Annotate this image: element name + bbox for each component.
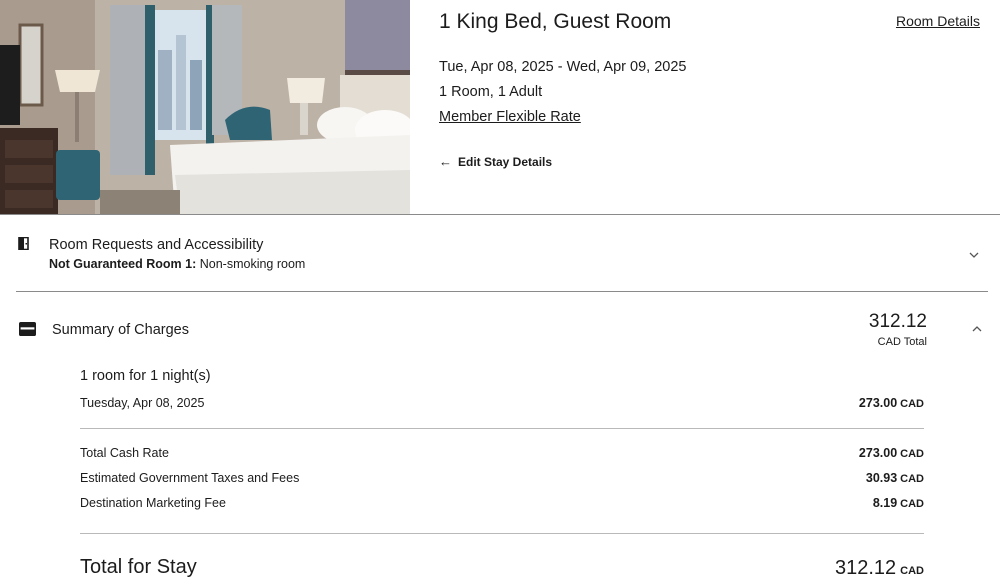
- charge-label: Estimated Government Taxes and Fees: [80, 471, 300, 485]
- room-details-link[interactable]: Room Details: [896, 13, 980, 29]
- total-for-stay-amount: 312.12 CAD: [835, 557, 924, 580]
- charge-currency: CAD: [900, 448, 924, 460]
- summary-total-currency: CAD Total: [877, 336, 927, 348]
- chevron-up-icon[interactable]: [971, 325, 983, 333]
- room-request-note: Not Guaranteed Room 1: Non-smoking room: [49, 257, 305, 271]
- total-for-stay-label: Total for Stay: [80, 556, 197, 578]
- stay-guests: 1 Room, 1 Adult: [439, 84, 543, 100]
- night-amount-value: 273.00: [858, 396, 898, 410]
- charge-amount: 8.19 CAD: [873, 496, 924, 510]
- edit-stay-details-link[interactable]: ← Edit Stay Details: [439, 154, 552, 169]
- charge-currency: CAD: [900, 498, 924, 510]
- room-request-value: Non-smoking room: [199, 257, 306, 271]
- chevron-down-icon[interactable]: [968, 251, 980, 259]
- charge-amount-value: 273.00: [858, 446, 898, 460]
- divider: [80, 428, 924, 429]
- room-title: 1 King Bed, Guest Room: [439, 10, 672, 33]
- charge-amount: 30.93 CAD: [866, 471, 924, 485]
- night-date: Tuesday, Apr 08, 2025: [80, 396, 205, 410]
- nights-summary: 1 room for 1 night(s): [80, 368, 211, 384]
- charge-label: Total Cash Rate: [80, 446, 169, 460]
- charge-amount-value: 8.19: [872, 496, 898, 510]
- charge-amount-value: 30.93: [865, 471, 898, 485]
- edit-stay-label: Edit Stay Details: [458, 154, 553, 169]
- arrow-left-icon: ←: [439, 154, 452, 169]
- room-request-label: Not Guaranteed Room 1:: [49, 257, 197, 271]
- stay-dates: Tue, Apr 08, 2025 - Wed, Apr 09, 2025: [439, 59, 687, 75]
- night-amount: 273.00 CAD: [859, 396, 924, 410]
- room-summary-header: 1 King Bed, Guest Room Room Details Tue,…: [0, 0, 1000, 215]
- night-currency: CAD: [900, 398, 924, 410]
- rate-plan-link[interactable]: Member Flexible Rate: [439, 109, 581, 125]
- charge-currency: CAD: [900, 473, 924, 485]
- room-requests-title: Room Requests and Accessibility: [49, 237, 264, 253]
- room-requests-section[interactable]: Room Requests and Accessibility Not Guar…: [16, 215, 988, 292]
- charge-label: Destination Marketing Fee: [80, 496, 226, 510]
- summary-total-amount: 312.12: [868, 311, 927, 332]
- room-photo-illustration: [0, 0, 410, 214]
- door-icon: [18, 237, 29, 250]
- summary-of-charges-title[interactable]: Summary of Charges: [52, 322, 189, 338]
- room-photo: [0, 0, 410, 214]
- total-for-stay-currency: CAD: [900, 565, 924, 577]
- charge-amount: 273.00 CAD: [859, 446, 924, 460]
- wallet-icon: [19, 322, 36, 336]
- divider: [80, 533, 924, 534]
- total-for-stay-value: 312.12: [834, 557, 897, 579]
